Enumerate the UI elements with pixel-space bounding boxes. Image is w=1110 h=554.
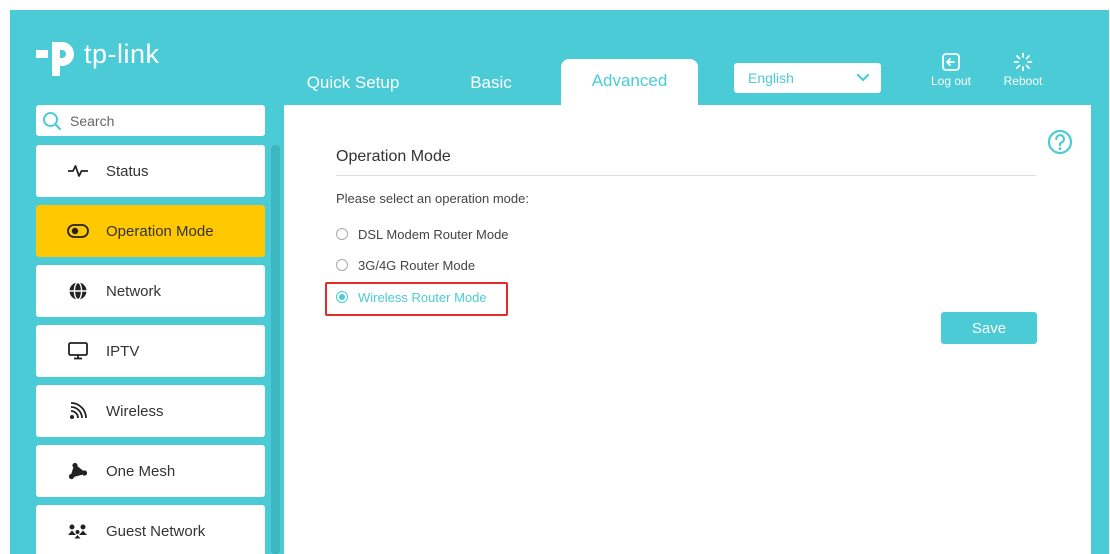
mesh-icon [66, 459, 90, 483]
radio-button[interactable] [336, 291, 348, 303]
option-label: DSL Modem Router Mode [358, 226, 509, 242]
tp-link-logo: tp-link [34, 34, 184, 82]
section-divider [336, 175, 1036, 176]
sidebar-item-label: Guest Network [106, 522, 206, 540]
section-title: Operation Mode [336, 148, 451, 165]
radio-button[interactable] [336, 259, 348, 271]
save-button[interactable]: Save [941, 312, 1037, 344]
sidebar-item-label: Status [106, 162, 149, 180]
tab-advanced[interactable]: Advanced [561, 59, 698, 105]
tab-quick-setup[interactable]: Quick Setup [300, 71, 406, 103]
option-label: Wireless Router Mode [358, 289, 487, 305]
pulse-icon [66, 159, 90, 183]
sidebar-item-status[interactable]: Status [36, 145, 265, 197]
sidebar-item-label: One Mesh [106, 462, 176, 480]
reboot-label: Reboot [1003, 74, 1043, 88]
toggle-icon [66, 219, 90, 243]
guest-users-icon [66, 519, 90, 543]
reboot-icon [1013, 52, 1033, 72]
sidebar-item-label: Wireless [106, 402, 164, 420]
globe-icon [66, 279, 90, 303]
tab-basic[interactable]: Basic [460, 71, 522, 103]
monitor-icon [66, 339, 90, 363]
sidebar-item-label: Network [106, 282, 162, 300]
router-admin-app: tp-link Quick Setup Basic Advanced Engli… [10, 10, 1109, 554]
search-icon [43, 111, 62, 130]
option-3g4g-router-mode[interactable]: 3G/4G Router Mode [336, 255, 475, 275]
search-input[interactable] [70, 112, 250, 129]
logout-label: Log out [930, 74, 972, 88]
logout-icon [942, 53, 960, 71]
sidebar-item-iptv[interactable]: IPTV [36, 325, 265, 377]
sidebar-search[interactable] [36, 105, 265, 136]
option-wireless-router-mode[interactable]: Wireless Router Mode [336, 287, 487, 307]
sidebar-item-guest-network[interactable]: Guest Network [36, 505, 265, 554]
sidebar-item-label: Operation Mode [106, 222, 214, 240]
logout-button[interactable]: Log out [921, 52, 981, 88]
operation-mode-prompt: Please select an operation mode: [336, 191, 529, 206]
tp-link-logo-icon [36, 42, 74, 76]
option-label: 3G/4G Router Mode [358, 257, 476, 273]
reboot-button[interactable]: Reboot [993, 52, 1053, 88]
sidebar-item-one-mesh[interactable]: One Mesh [36, 445, 265, 497]
sidebar-item-label: IPTV [106, 342, 140, 360]
wifi-icon [66, 399, 90, 423]
option-dsl-modem-router-mode[interactable]: DSL Modem Router Mode [336, 224, 509, 244]
sidebar-scrollbar[interactable] [271, 145, 280, 554]
language-select[interactable]: English [734, 63, 881, 93]
radio-button[interactable] [336, 228, 348, 240]
sidebar-item-operation-mode[interactable]: Operation Mode [36, 205, 265, 257]
sidebar-item-network[interactable]: Network [36, 265, 265, 317]
language-selected-value: English [748, 70, 794, 86]
logo-text: tp-link [84, 38, 160, 69]
chevron-down-icon [857, 74, 869, 82]
main-panel: Operation Mode Please select an operatio… [284, 105, 1091, 554]
help-icon[interactable] [1047, 129, 1073, 155]
sidebar-item-wireless[interactable]: Wireless [36, 385, 265, 437]
